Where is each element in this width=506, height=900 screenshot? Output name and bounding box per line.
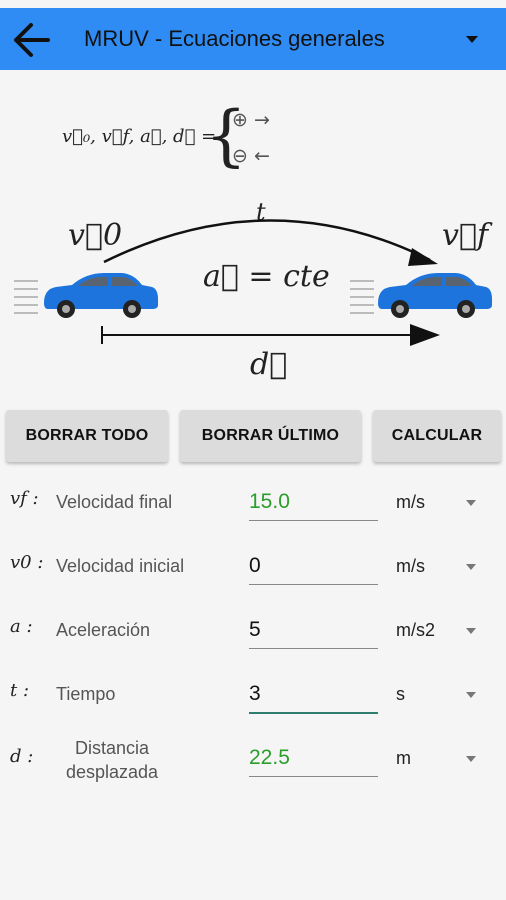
title-spinner[interactable]: MRUV - Ecuaciones generales [84, 8, 506, 70]
motion-lines-left [14, 280, 38, 314]
motion-lines-right [350, 280, 374, 314]
a-input-underline [249, 648, 378, 649]
symbol-vf: vf : [10, 488, 39, 509]
v0-label: v⃗0 [68, 218, 122, 253]
t-input-underline-focused [249, 712, 378, 714]
car-initial-icon [44, 273, 158, 318]
chevron-down-icon[interactable] [466, 692, 476, 698]
positive-sign: ⊕ → [232, 109, 270, 131]
field-label: Aceleración [56, 620, 151, 640]
symbol-v0: v0 : [10, 552, 44, 573]
clear-all-button[interactable]: BORRAR TODO [6, 410, 168, 462]
vf-input-underline [249, 520, 378, 521]
field-row-v0: v0 : Velocidad inicial 0 m/s [0, 540, 506, 600]
field-label: Distancia desplazada [65, 738, 159, 782]
chevron-down-icon[interactable] [466, 564, 476, 570]
vf-input[interactable]: 15.0 [249, 490, 378, 514]
symbol-t: t : [10, 680, 30, 701]
back-button[interactable] [8, 20, 54, 60]
field-label: Velocidad inicial [56, 556, 185, 576]
symbol-a: a : [10, 616, 33, 637]
v0-input[interactable]: 0 [249, 554, 378, 578]
d-input-underline [249, 776, 378, 777]
accel-equation: a⃗ = cte [203, 259, 330, 294]
distance-arrowhead [410, 324, 440, 346]
dropdown-triangle-icon[interactable] [466, 36, 478, 43]
field-row-d: d : Distancia desplazada 22.5 m [0, 732, 506, 792]
app-bar: MRUV - Ecuaciones generales [0, 8, 506, 70]
calculate-button[interactable]: CALCULAR [373, 410, 501, 462]
chevron-down-icon[interactable] [466, 500, 476, 506]
v0-input-underline [249, 584, 378, 585]
vf-label: v⃗f [442, 218, 493, 253]
field-label: Velocidad final [56, 492, 173, 512]
page-title: MRUV - Ecuaciones generales [84, 26, 385, 51]
chevron-down-icon[interactable] [466, 756, 476, 762]
vf-unit-select[interactable]: m/s [396, 492, 425, 513]
mruv-diagram: v⃗₀, v⃗f, a⃗, d⃗ = { ⊕ → ⊖ ← v⃗0 v⃗f t a… [14, 97, 493, 382]
clear-last-button[interactable]: BORRAR ÚLTIMO [180, 410, 361, 462]
d-input[interactable]: 22.5 [249, 746, 378, 770]
field-row-a: a : Aceleración 5 m/s2 [0, 604, 506, 664]
field-row-t: t : Tiempo 3 s [0, 668, 506, 728]
t-input[interactable]: 3 [249, 682, 378, 706]
vectors-label: v⃗₀, v⃗f, a⃗, d⃗ = [62, 126, 216, 147]
a-unit-select[interactable]: m/s2 [396, 620, 435, 641]
d-label: d⃗ [250, 347, 287, 382]
v0-unit-select[interactable]: m/s [396, 556, 425, 577]
t-unit-select[interactable]: s [396, 684, 405, 705]
negative-sign: ⊖ ← [232, 145, 270, 167]
field-label: Tiempo [56, 684, 116, 704]
chevron-down-icon[interactable] [466, 628, 476, 634]
field-row-vf: vf : Velocidad final 15.0 m/s [0, 476, 506, 536]
symbol-d: d : [10, 746, 34, 767]
time-arrowhead [408, 248, 438, 266]
d-unit-select[interactable]: m [396, 748, 411, 769]
car-final-icon [378, 273, 492, 318]
a-input[interactable]: 5 [249, 618, 378, 642]
time-arc [103, 219, 431, 264]
arrow-left-icon [14, 23, 50, 57]
